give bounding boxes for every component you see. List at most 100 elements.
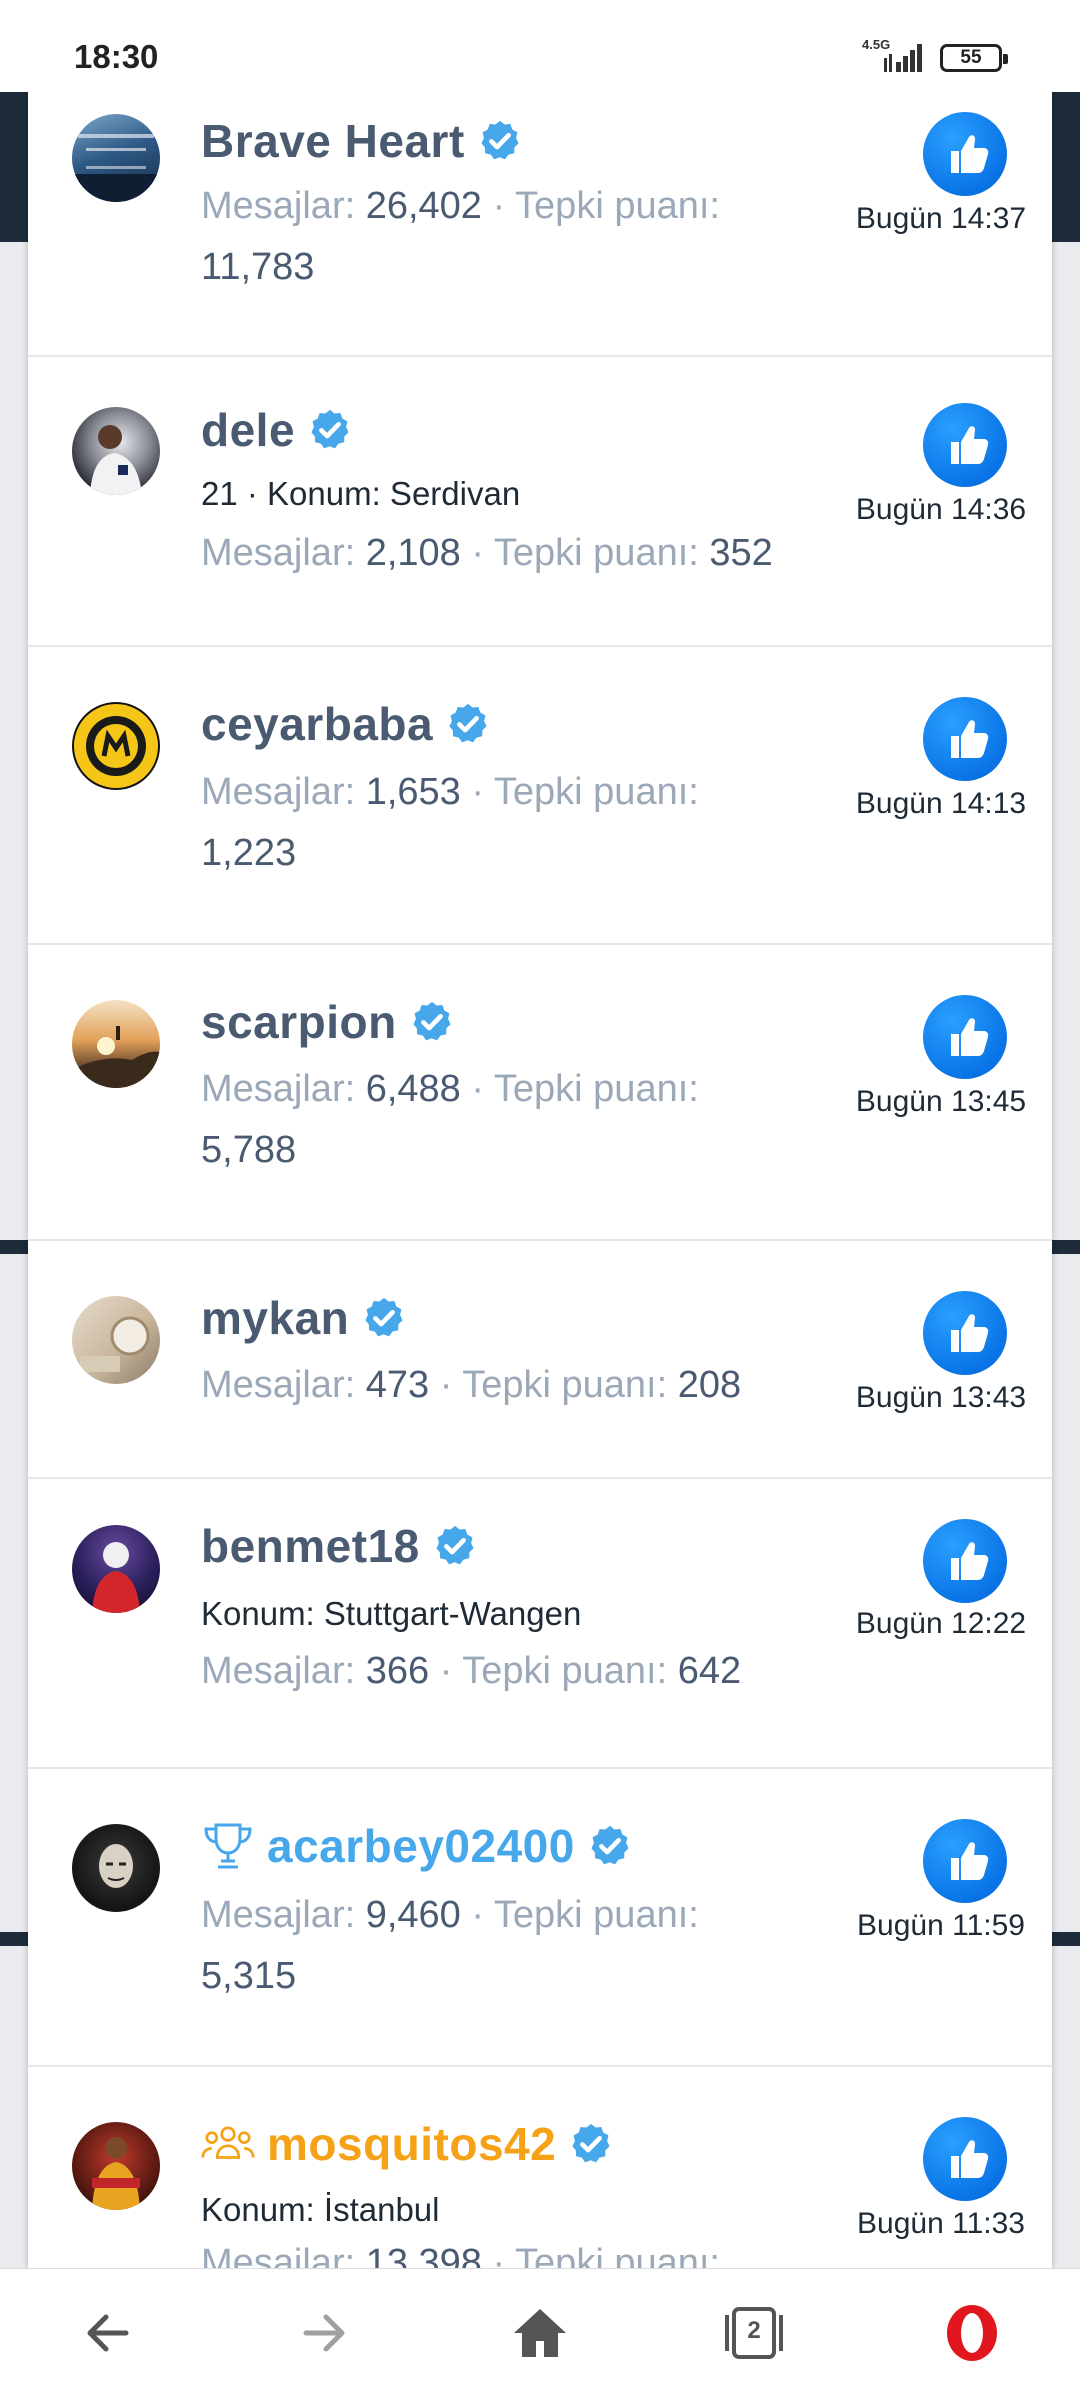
like-reaction-icon[interactable]	[923, 403, 1007, 487]
like-reaction-icon[interactable]	[923, 1819, 1007, 1903]
verified-badge-icon	[365, 1297, 403, 1337]
tab-count: 2	[747, 2317, 761, 2344]
browser-bottom-nav: 2	[0, 2268, 1080, 2400]
reaction-label: Tepki puanı:	[462, 1650, 668, 1692]
like-reaction-icon[interactable]	[923, 697, 1007, 781]
messages-label: Mesajlar:	[201, 771, 356, 813]
reaction-time: Bugün 14:36	[855, 493, 1027, 526]
messages-count: 26,402	[365, 185, 482, 227]
stats-separator: ·	[471, 532, 485, 574]
home-icon[interactable]	[510, 2303, 570, 2363]
reaction-time: Bugün 14:37	[855, 202, 1027, 235]
avatar[interactable]	[72, 407, 160, 495]
messages-count: 2,108	[365, 532, 461, 574]
reaction-score: 5,788	[201, 1129, 297, 1171]
messages-count: 13,398	[365, 2242, 482, 2268]
reaction-label: Tepki puanı:	[515, 2242, 720, 2268]
avatar[interactable]	[72, 2122, 160, 2210]
messages-label: Mesajlar:	[201, 532, 356, 574]
username-line: Brave Heart	[201, 114, 523, 168]
username-link[interactable]: benmet18	[201, 1519, 420, 1573]
username-line: mykan	[201, 1291, 407, 1345]
list-item[interactable]: scarpion Mesajlar: 6,488 · Tepki puanı: …	[28, 945, 1052, 1241]
user-info: Konum: İstanbul	[201, 2191, 440, 2228]
username-link[interactable]: dele	[201, 403, 295, 457]
verified-badge-icon	[481, 120, 519, 160]
reactions-list-panel: Brave Heart Mesajlar: 26,402 · Tepki pua…	[28, 92, 1052, 2268]
signal-icon	[884, 44, 922, 72]
reaction-label: Tepki puanı:	[462, 1364, 668, 1406]
sunset-avatar-icon	[72, 1026, 160, 1088]
user-stats: Mesajlar: 6,488 · Tepki puanı: 5,788	[201, 1059, 791, 1181]
verified-badge-icon	[436, 1525, 474, 1565]
username-line: dele	[201, 403, 353, 457]
reaction-time: Bugün 13:45	[855, 1085, 1027, 1118]
like-reaction-icon[interactable]	[923, 112, 1007, 196]
username-line: scarpion	[201, 995, 455, 1049]
reaction-score: 352	[709, 532, 773, 574]
username-line: acarbey02400	[201, 1819, 633, 1873]
avatar[interactable]	[72, 114, 160, 202]
username-link[interactable]: Brave Heart	[201, 114, 465, 168]
messages-label: Mesajlar:	[201, 1650, 356, 1692]
battery-indicator: 55	[940, 44, 1008, 72]
username-link[interactable]: ceyarbaba	[201, 697, 433, 751]
like-reaction-icon[interactable]	[923, 995, 1007, 1079]
messages-count: 9,460	[365, 1894, 461, 1936]
like-reaction-icon[interactable]	[923, 1519, 1007, 1603]
trophy-icon	[204, 1823, 252, 1869]
avatar[interactable]	[72, 1824, 160, 1912]
like-reaction-icon[interactable]	[923, 1291, 1007, 1375]
user-stats: Mesajlar: 26,402 · Tepki puanı: 11,783	[201, 176, 791, 298]
reaction-score: 208	[677, 1364, 742, 1406]
reaction-label: Tepki puanı:	[493, 532, 699, 574]
like-reaction-icon[interactable]	[923, 2117, 1007, 2201]
messages-label: Mesajlar:	[201, 1068, 356, 1110]
back-arrow-icon[interactable]	[78, 2303, 138, 2363]
list-item[interactable]: acarbey02400 Mesajlar: 9,460 · Tepki pua…	[28, 1769, 1052, 2067]
username-line: benmet18	[201, 1519, 478, 1573]
reaction-label: Tepki puanı:	[493, 1068, 699, 1110]
player-avatar-icon	[92, 2137, 140, 2210]
reaction-label: Tepki puanı:	[493, 1894, 699, 1936]
user-info: Konum: Stuttgart-Wangen	[201, 1595, 582, 1632]
stats-separator: ·	[471, 1068, 485, 1110]
username-link[interactable]: mosquitos42	[267, 2117, 556, 2171]
user-stats: Mesajlar: 473 · Tepki puanı: 208	[201, 1355, 861, 1416]
forward-arrow-icon[interactable]	[294, 2303, 354, 2363]
username-link[interactable]: mykan	[201, 1291, 349, 1345]
messages-count: 366	[365, 1650, 430, 1692]
list-item[interactable]: dele 21 · Konum: Serdivan Mesajlar: 2,10…	[28, 357, 1052, 647]
opera-menu-icon[interactable]	[942, 2303, 1002, 2363]
banner-avatar-icon	[72, 134, 160, 202]
verified-badge-icon	[572, 2123, 610, 2163]
verified-badge-icon	[413, 1001, 451, 1041]
reaction-label: Tepki puanı:	[515, 185, 720, 227]
verified-badge-icon	[591, 1825, 629, 1865]
list-item[interactable]: Brave Heart Mesajlar: 26,402 · Tepki pua…	[28, 92, 1052, 357]
username-link[interactable]: scarpion	[201, 995, 397, 1049]
avatar[interactable]	[72, 702, 160, 790]
user-stats: Mesajlar: 2,108 · Tepki puanı: 352	[201, 523, 861, 584]
avatar[interactable]	[72, 1525, 160, 1613]
reaction-time: Bugün 12:22	[855, 1607, 1027, 1640]
reaction-time: Bugün 13:43	[855, 1381, 1027, 1414]
list-item[interactable]: mosquitos42 Konum: İstanbul Mesajlar: 13…	[28, 2067, 1052, 2268]
mask-avatar-icon	[99, 1844, 133, 1888]
football-club-badge-avatar-icon	[74, 704, 158, 788]
messages-count: 6,488	[365, 1068, 461, 1110]
messages-label: Mesajlar:	[201, 2242, 356, 2268]
user-stats: Mesajlar: 13,398 · Tepki puanı:	[201, 2233, 861, 2268]
user-stats: Mesajlar: 366 · Tepki puanı: 642	[201, 1641, 861, 1702]
performer-avatar-icon	[92, 1542, 140, 1613]
avatar[interactable]	[72, 1000, 160, 1088]
tabs-button[interactable]: 2	[724, 2303, 784, 2363]
reaction-score: 642	[677, 1650, 742, 1692]
list-item[interactable]: mykan Mesajlar: 473 · Tepki puanı: 208 B…	[28, 1241, 1052, 1479]
verified-badge-icon	[449, 703, 487, 743]
stats-separator: ·	[439, 1650, 453, 1692]
list-item[interactable]: ceyarbaba Mesajlar: 1,653 · Tepki puanı:…	[28, 647, 1052, 945]
avatar[interactable]	[72, 1296, 160, 1384]
list-item[interactable]: benmet18 Konum: Stuttgart-Wangen Mesajla…	[28, 1479, 1052, 1769]
username-link[interactable]: acarbey02400	[267, 1819, 575, 1873]
